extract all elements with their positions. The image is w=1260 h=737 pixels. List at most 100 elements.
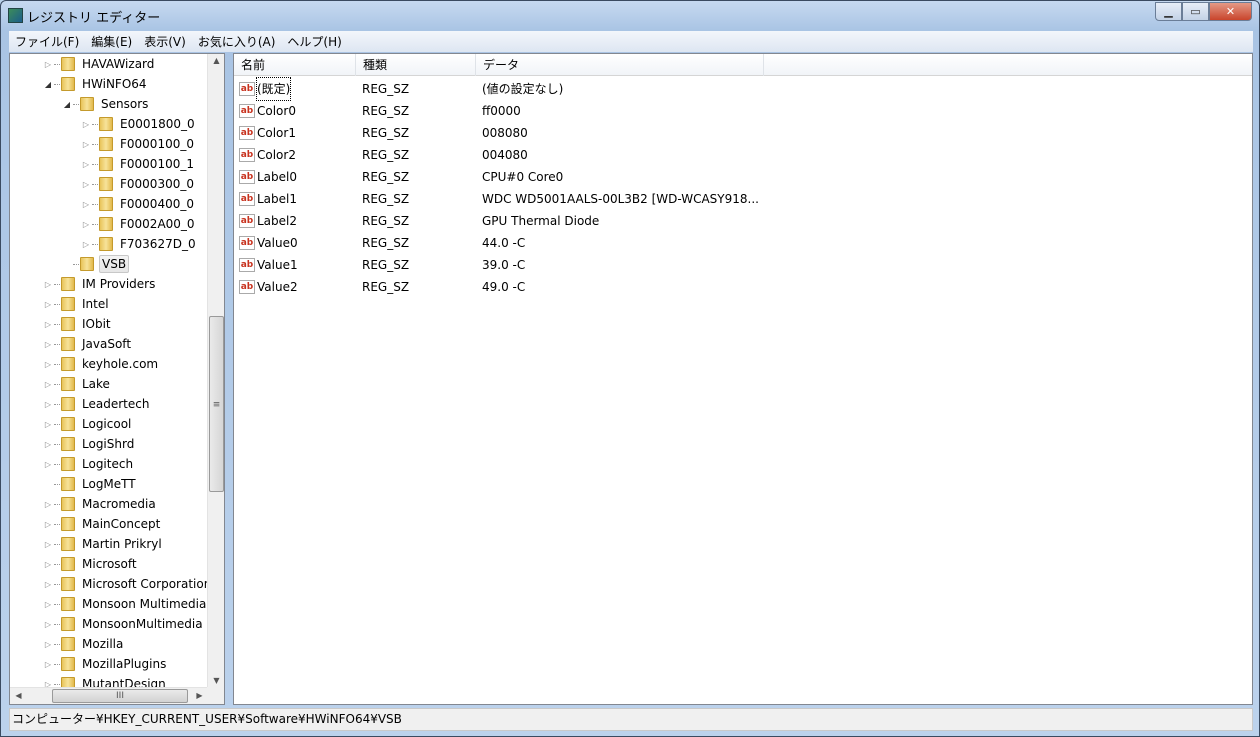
tree-item-label[interactable]: Martin Prikryl [80,536,164,552]
tree-horizontal-scrollbar[interactable]: ◀ III ▶ [10,687,208,704]
expand-triangle-icon[interactable]: ▷ [42,500,54,509]
tree-item-label[interactable]: E0001800_0 [118,116,197,132]
expand-triangle-icon[interactable]: ▷ [42,400,54,409]
tree-item[interactable]: ◢ Sensors [61,94,150,114]
tree-item-label[interactable]: Monsoon Multimedia [80,596,208,612]
tree-item-label[interactable]: Intel [80,296,111,312]
expand-triangle-icon[interactable]: ▷ [80,180,92,189]
column-header-name[interactable]: 名前 [234,54,356,76]
tree-item[interactable]: ▷ IM Providers [42,274,157,294]
tree-item[interactable]: ▷ LogiShrd [42,434,136,454]
tree-item-label[interactable]: F0002A00_0 [118,216,197,232]
tree-item[interactable]: ▷ HAVAWizard [42,54,156,74]
minimize-button[interactable]: ▁ [1155,2,1182,21]
value-row[interactable]: ab Value1 REG_SZ 39.0 -C [234,254,1252,276]
tree-item[interactable]: ▷ F0000300_0 [80,174,196,194]
expand-triangle-icon[interactable]: ▷ [80,160,92,169]
tree-item[interactable]: ▷ MozillaPlugins [42,654,168,674]
expand-triangle-icon[interactable]: ▷ [80,200,92,209]
expand-triangle-icon[interactable]: ▷ [42,380,54,389]
tree-item[interactable]: ▷ Logicool [42,414,133,434]
close-button[interactable]: ✕ [1209,2,1252,21]
tree-item[interactable]: ◢ HWiNFO64 [42,74,149,94]
expand-triangle-icon[interactable]: ▷ [42,520,54,529]
value-row[interactable]: ab Color0 REG_SZ ff0000 [234,100,1252,122]
tree-item-label[interactable]: Macromedia [80,496,158,512]
collapse-triangle-icon[interactable]: ◢ [42,80,54,89]
scroll-left-icon[interactable]: ◀ [10,691,27,700]
expand-triangle-icon[interactable]: ▷ [42,460,54,469]
menu-help[interactable]: ヘルプ(H) [281,33,347,50]
tree-item[interactable]: ▷ Leadertech [42,394,151,414]
tree-item[interactable]: ▷ E0001800_0 [80,114,197,134]
tree-item[interactable]: LogMeTT [42,474,138,494]
menu-file[interactable]: ファイル(F) [9,33,85,50]
expand-triangle-icon[interactable]: ▷ [42,640,54,649]
tree-item[interactable]: ▷ keyhole.com [42,354,160,374]
menu-favorites[interactable]: お気に入り(A) [192,33,282,50]
tree-vertical-scrollbar[interactable]: ▲ ≡ ▼ [207,54,224,687]
tree-item[interactable]: ▷ F0000100_0 [80,134,196,154]
value-row[interactable]: ab Color2 REG_SZ 004080 [234,144,1252,166]
tree-item-label[interactable]: MozillaPlugins [80,656,168,672]
value-row[interactable]: ab Color1 REG_SZ 008080 [234,122,1252,144]
expand-triangle-icon[interactable]: ▷ [42,420,54,429]
tree-item[interactable]: ▷ Monsoon Multimedia [42,594,208,614]
menu-edit[interactable]: 編集(E) [85,33,138,50]
registry-key-tree[interactable]: ▷ HAVAWizard ◢ HWiNFO64 ◢ Sensors ▷ E0001800_0 ▷… [9,53,225,705]
tree-item-label[interactable]: MonsoonMultimedia [80,616,205,632]
tree-item[interactable]: ▷ MonsoonMultimedia [42,614,205,634]
tree-item-label[interactable]: MainConcept [80,516,162,532]
value-row[interactable]: ab Value2 REG_SZ 49.0 -C [234,276,1252,298]
tree-item[interactable]: ▷ Mozilla [42,634,125,654]
tree-item[interactable]: ▷ Lake [42,374,112,394]
tree-item-label[interactable]: HWiNFO64 [80,76,149,92]
tree-item-label[interactable]: IM Providers [80,276,157,292]
tree-item[interactable]: ▷ F0000400_0 [80,194,196,214]
tree-item-label[interactable]: Leadertech [80,396,151,412]
expand-triangle-icon[interactable]: ▷ [42,340,54,349]
tree-item[interactable]: ▷ Microsoft [42,554,139,574]
tree-item-label[interactable]: JavaSoft [80,336,133,352]
expand-triangle-icon[interactable]: ▷ [42,360,54,369]
column-header-data[interactable]: データ [476,54,764,76]
expand-triangle-icon[interactable]: ▷ [42,440,54,449]
expand-triangle-icon[interactable]: ▷ [80,220,92,229]
tree-vertical-scroll-thumb[interactable]: ≡ [209,316,224,492]
tree-item[interactable]: ▷ Logitech [42,454,135,474]
collapse-triangle-icon[interactable]: ◢ [61,100,73,109]
scroll-right-icon[interactable]: ▶ [191,691,208,700]
tree-item-label[interactable]: LogMeTT [80,476,138,492]
tree-item[interactable]: ▷ Intel [42,294,111,314]
expand-triangle-icon[interactable]: ▷ [80,120,92,129]
tree-item-label[interactable]: F703627D_0 [118,236,198,252]
tree-item[interactable]: ▷ F0000100_1 [80,154,196,174]
expand-triangle-icon[interactable]: ▷ [80,240,92,249]
expand-triangle-icon[interactable]: ▷ [42,580,54,589]
expand-triangle-icon[interactable]: ▷ [80,140,92,149]
expand-triangle-icon[interactable]: ▷ [42,320,54,329]
tree-item-label[interactable]: Lake [80,376,112,392]
tree-item[interactable]: ▷ Macromedia [42,494,158,514]
tree-item[interactable]: ▷ IObit [42,314,113,334]
tree-item-label[interactable]: LogiShrd [80,436,136,452]
tree-item[interactable]: ▷ F0002A00_0 [80,214,197,234]
tree-item-label[interactable]: Logicool [80,416,133,432]
tree-item-label[interactable]: F0000100_1 [118,156,196,172]
scroll-down-icon[interactable]: ▼ [208,676,224,685]
tree-item-label[interactable]: Microsoft Corporation [80,576,213,592]
tree-item-label[interactable]: VSB [99,255,130,273]
value-row[interactable]: ab Label2 REG_SZ GPU Thermal Diode [234,210,1252,232]
tree-item-label[interactable]: Microsoft [80,556,139,572]
expand-triangle-icon[interactable]: ▷ [42,300,54,309]
tree-item-label[interactable]: IObit [80,316,113,332]
menu-view[interactable]: 表示(V) [138,33,192,50]
tree-item-label[interactable]: F0000100_0 [118,136,196,152]
maximize-button[interactable]: ▭ [1182,2,1209,21]
value-row[interactable]: ab Value0 REG_SZ 44.0 -C [234,232,1252,254]
tree-item[interactable]: VSB [61,254,130,274]
tree-item-label[interactable]: F0000400_0 [118,196,196,212]
value-row[interactable]: ab Label1 REG_SZ WDC WD5001AALS-00L3B2 [… [234,188,1252,210]
tree-item[interactable]: ▷ MainConcept [42,514,162,534]
tree-item[interactable]: ▷ Microsoft Corporation [42,574,213,594]
